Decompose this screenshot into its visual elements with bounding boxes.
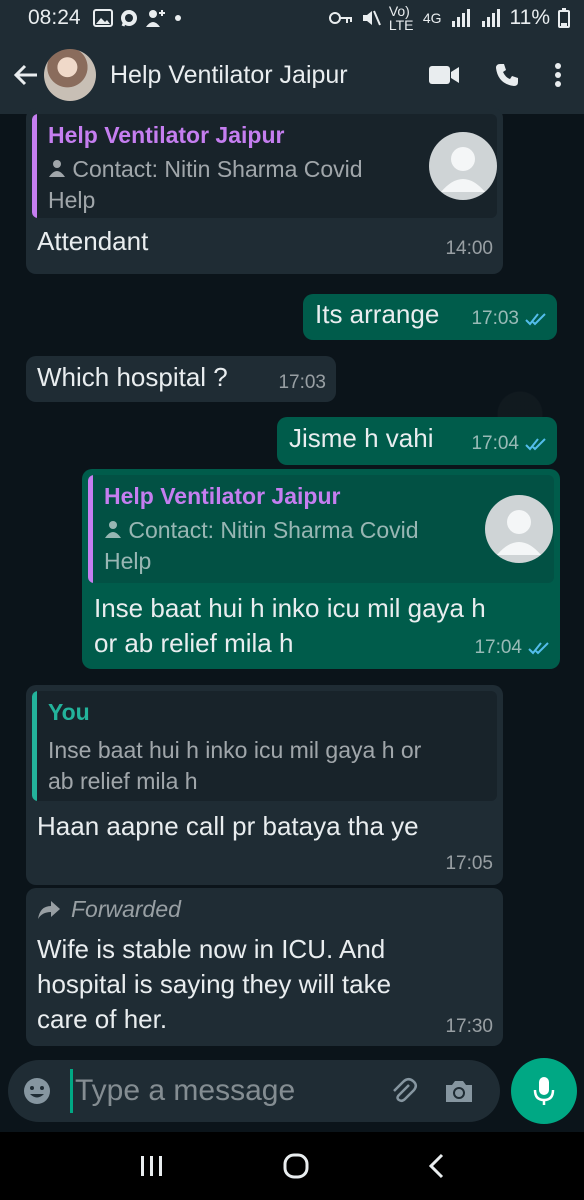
- message-text: Its arrange: [315, 299, 440, 329]
- emoji-icon[interactable]: [22, 1076, 52, 1106]
- time-label: 17:03: [278, 372, 326, 393]
- time-label: 17:03: [471, 308, 519, 329]
- key-icon: [328, 12, 352, 24]
- message-text: Jisme h vahi: [289, 423, 434, 453]
- message-time: 17:04: [474, 637, 550, 659]
- time-label: 17:30: [445, 1016, 493, 1037]
- quoted-contact[interactable]: Help Ventilator Jaipur Contact: Nitin Sh…: [32, 114, 497, 218]
- system-navigation-bar: [0, 1132, 584, 1200]
- quote-line: ab relief mila h: [48, 768, 198, 794]
- contact-avatar[interactable]: [44, 49, 96, 101]
- attach-icon[interactable]: [388, 1076, 418, 1106]
- message-text: Haan aapne call pr bataya tha ye: [37, 811, 419, 841]
- quoted-contact[interactable]: Help Ventilator Jaipur Contact: Nitin Sh…: [88, 475, 554, 583]
- message-time: 17:30: [445, 1016, 493, 1038]
- message-time: 14:00: [445, 238, 493, 260]
- quoted-message[interactable]: You Inse baat hui h inko icu mil gaya h …: [32, 691, 497, 801]
- back-nav-icon[interactable]: [427, 1153, 445, 1179]
- time-label: 17:04: [471, 433, 519, 454]
- video-call-icon[interactable]: [428, 64, 460, 86]
- quote-sender: Help Ventilator Jaipur: [104, 483, 341, 509]
- message-time: 17:03: [278, 372, 326, 394]
- forwarded-label: Forwarded: [37, 896, 181, 923]
- network-type: 4G: [422, 10, 442, 26]
- message-bubble-incoming[interactable]: Forwarded Wife is stable now in ICU. And…: [26, 888, 503, 1046]
- contact-avatar-icon: [429, 132, 497, 200]
- message-bubble-outgoing[interactable]: Help Ventilator Jaipur Contact: Nitin Sh…: [82, 469, 560, 669]
- time-label: 17:05: [445, 853, 493, 874]
- voice-record-button[interactable]: [511, 1058, 577, 1124]
- message-bubble-outgoing[interactable]: Its arrange 17:03: [303, 294, 557, 340]
- gallery-icon: [92, 9, 113, 27]
- message-text: or ab relief mila h: [94, 628, 294, 658]
- back-arrow-icon[interactable]: [8, 63, 44, 87]
- time-label: 14:00: [445, 238, 493, 259]
- message-time: 17:03: [471, 308, 547, 330]
- battery-percent: 11%: [509, 6, 550, 29]
- quote-sender: Help Ventilator Jaipur: [48, 122, 285, 148]
- microphone-icon: [533, 1077, 555, 1105]
- quote-bar: [88, 475, 93, 583]
- message-input[interactable]: [70, 1069, 370, 1113]
- mute-icon: [362, 10, 381, 26]
- camera-icon[interactable]: [444, 1078, 474, 1104]
- quote-line: Inse baat hui h inko icu mil gaya h or: [48, 737, 422, 763]
- message-text: hospital is saying they will take: [37, 969, 392, 999]
- contact-person-icon: [104, 517, 128, 543]
- status-time: 08:24: [28, 6, 81, 29]
- time-label: 17:04: [474, 637, 522, 658]
- quote-bar: [32, 114, 37, 218]
- read-ticks-icon: [525, 438, 546, 451]
- recent-apps-icon[interactable]: [139, 1154, 165, 1178]
- message-text: care of her.: [37, 1004, 168, 1034]
- home-icon[interactable]: [282, 1152, 310, 1180]
- forwarded-text: Forwarded: [71, 896, 181, 922]
- network-label: Vo) LTE: [388, 3, 414, 33]
- more-options-icon[interactable]: [554, 62, 562, 88]
- contact-avatar-icon: [485, 495, 553, 563]
- message-text: Attendant: [37, 226, 149, 256]
- chat-header: Help Ventilator Jaipur: [0, 36, 584, 114]
- forward-arrow-icon: [38, 900, 60, 919]
- quote-sender: You: [48, 699, 90, 725]
- message-text: Wife is stable now in ICU. And: [37, 934, 386, 964]
- signal-icon-2: [481, 9, 500, 27]
- read-ticks-icon: [525, 313, 546, 326]
- status-bar: 08:24 Vo) LTE 4G 11%: [0, 0, 584, 36]
- message-bubble-outgoing[interactable]: Jisme h vahi 17:04: [277, 417, 557, 465]
- chat-title[interactable]: Help Ventilator Jaipur: [110, 61, 348, 90]
- quote-bar: [32, 691, 37, 801]
- message-composer: [8, 1060, 500, 1122]
- contact-person-icon: [48, 156, 72, 182]
- quote-line: Contact: Nitin Sharma Covid: [72, 156, 363, 182]
- read-ticks-icon: [528, 642, 549, 655]
- message-time: 17:05: [445, 853, 493, 875]
- message-time: 17:04: [471, 433, 547, 455]
- add-contact-icon: [145, 10, 165, 27]
- quote-line: Help: [48, 187, 96, 213]
- message-bubble-incoming[interactable]: Which hospital ? 17:03: [26, 356, 336, 402]
- message-bubble-incoming[interactable]: You Inse baat hui h inko icu mil gaya h …: [26, 685, 503, 885]
- quote-line: Contact: Nitin Sharma Covid: [128, 517, 419, 543]
- notification-dot-icon: [174, 15, 181, 21]
- voice-call-icon[interactable]: [494, 62, 520, 88]
- message-bubble-incoming[interactable]: Help Ventilator Jaipur Contact: Nitin Sh…: [26, 108, 503, 274]
- battery-icon: [558, 8, 570, 28]
- message-text: Which hospital ?: [37, 362, 228, 392]
- signal-icon: [451, 9, 470, 27]
- whatsapp-icon: [120, 10, 137, 27]
- message-text: Inse baat hui h inko icu mil gaya h: [94, 593, 486, 623]
- quote-line: Help: [104, 548, 152, 574]
- chat-area[interactable]: Help Ventilator Jaipur Contact: Nitin Sh…: [0, 108, 584, 1054]
